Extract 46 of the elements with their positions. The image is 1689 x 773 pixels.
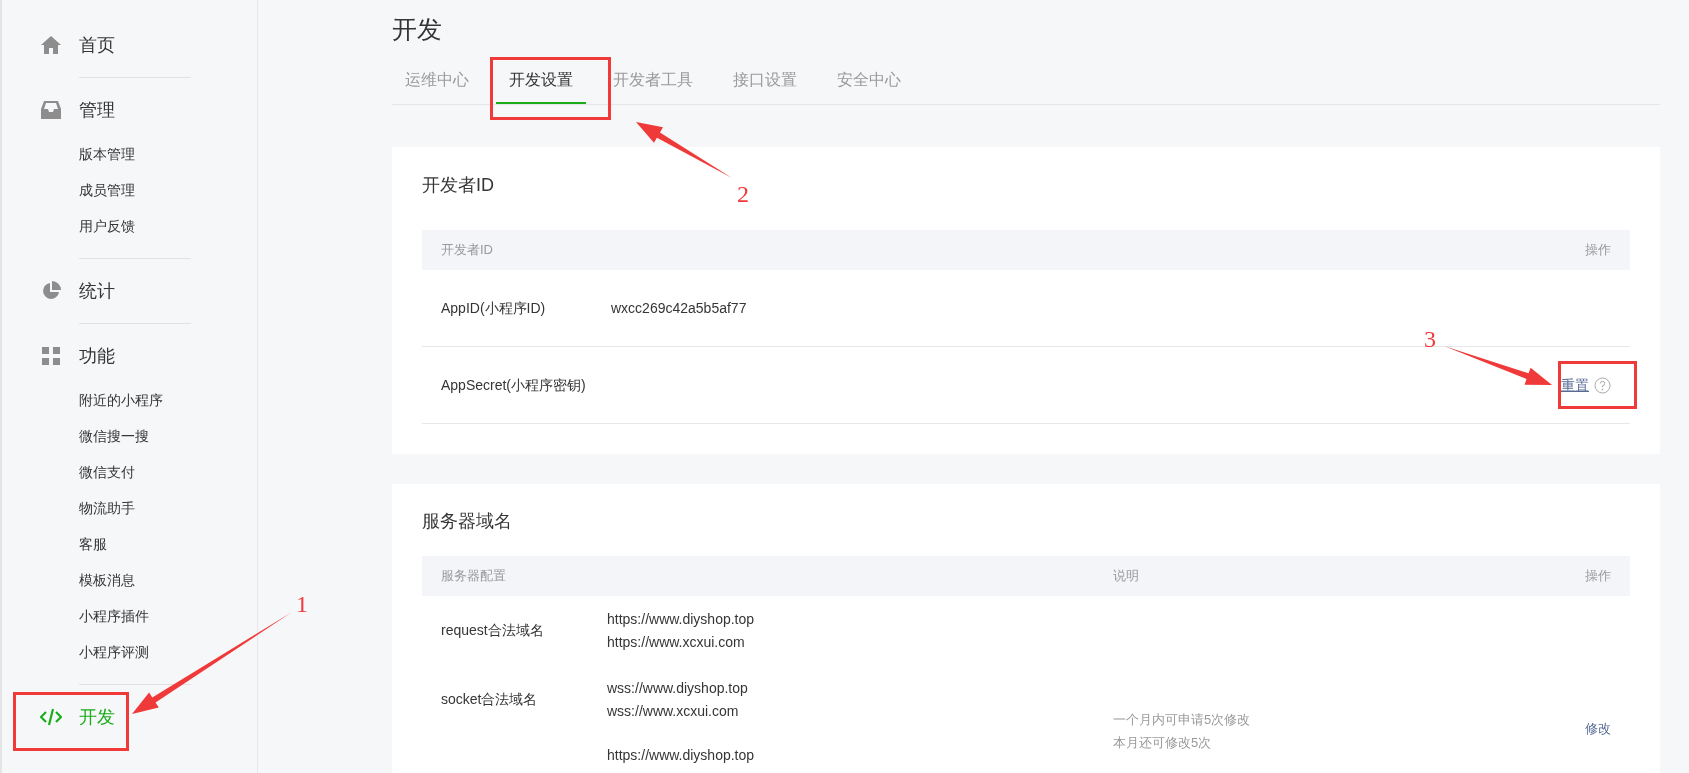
table-cell: request合法域名	[441, 622, 544, 638]
sidebar-item[interactable]: 统计	[40, 274, 191, 308]
tab[interactable]: 开发设置	[496, 68, 586, 104]
sidebar-subitem[interactable]: 小程序评测	[79, 634, 191, 670]
domain-text: https://www.diyshop.top	[607, 746, 755, 764]
help-icon	[1594, 376, 1611, 394]
reset-link[interactable]: 重置	[1561, 374, 1589, 396]
sidebar-subitem[interactable]: 成员管理	[79, 172, 191, 208]
annotation-number: 2	[737, 180, 749, 208]
note-text: 本月还可修改5次	[1113, 734, 1213, 752]
sidebar-item[interactable]: 功能	[40, 339, 191, 373]
code-icon	[40, 708, 62, 726]
card-title: 服务器域名	[422, 510, 512, 533]
table-cell-text: wxcc269c42a5b5af77	[611, 298, 747, 318]
page-title: 开发	[392, 14, 443, 45]
grid-icon	[42, 347, 60, 365]
annotation-number: 1	[296, 590, 308, 618]
pie-chart-icon	[41, 281, 61, 301]
domain-text: https://www.diyshop.top	[607, 609, 755, 629]
column-header: 说明	[1113, 567, 1139, 586]
home-icon	[41, 36, 61, 54]
card-title: 开发者ID	[422, 174, 494, 197]
inbox-icon	[41, 101, 61, 119]
table-cell-text: AppID(小程序ID)	[441, 298, 547, 318]
column-header: 服务器配置	[441, 567, 507, 586]
modify-link[interactable]: 修改	[1585, 719, 1611, 739]
table-cell-text: AppSecret(小程序密钥)	[441, 375, 587, 395]
column-header: 操作	[1585, 567, 1611, 586]
table-cell: socket合法域名	[441, 691, 538, 707]
sidebar-subitem[interactable]: 微信搜一搜	[79, 418, 191, 454]
sidebar-subitem[interactable]: 物流助手	[79, 490, 191, 526]
sidebar-subitem[interactable]: 用户反馈	[79, 208, 191, 244]
sidebar-subitem[interactable]: 附近的小程序	[79, 382, 191, 418]
sidebar-item[interactable]: 管理	[40, 93, 191, 127]
annotation-number: 3	[1424, 325, 1436, 353]
column-header: 开发者ID	[441, 241, 493, 260]
sidebar-subitem[interactable]: 版本管理	[79, 136, 191, 172]
domain-text: wss://www.xcxui.com	[607, 701, 740, 721]
sidebar-subitem[interactable]: 模板消息	[79, 562, 191, 598]
column-header: 操作	[1585, 241, 1611, 260]
sidebar-subitem[interactable]: 客服	[79, 526, 191, 562]
sidebar-item[interactable]: 首页	[40, 28, 191, 62]
sidebar-subitem[interactable]: 小程序插件	[79, 598, 191, 634]
domain-text: https://www.xcxui.com	[607, 632, 746, 652]
domain-text: wss://www.diyshop.top	[607, 678, 748, 698]
sidebar-subitem[interactable]: 微信支付	[79, 454, 191, 490]
